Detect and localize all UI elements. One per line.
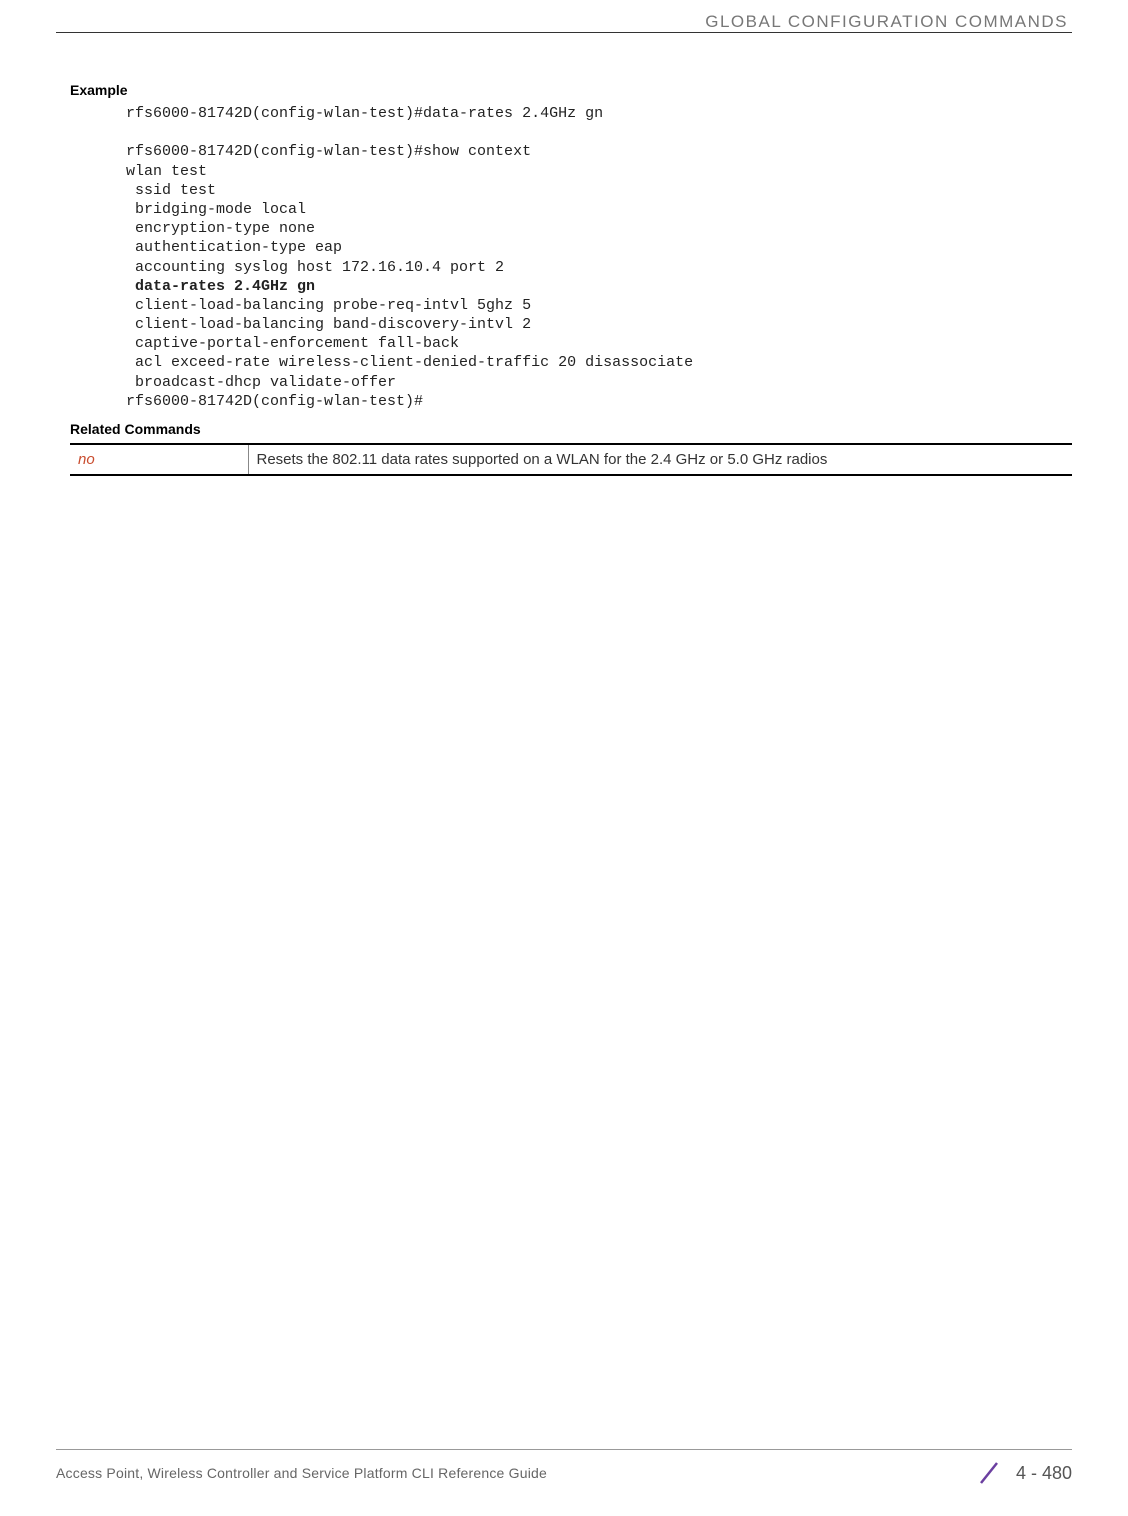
- code-line: bridging-mode local: [126, 201, 306, 218]
- code-line: acl exceed-rate wireless-client-denied-t…: [126, 354, 693, 371]
- main-content: Example rfs6000-81742D(config-wlan-test)…: [70, 82, 1072, 476]
- footer-guide-title: Access Point, Wireless Controller and Se…: [56, 1465, 547, 1481]
- code-example-block: rfs6000-81742D(config-wlan-test)# data-ra…: [126, 104, 1072, 411]
- code-line: rfs6000-81742D(config-wlan-test)#: [126, 393, 423, 410]
- related-commands-heading: Related Commands: [70, 421, 1072, 437]
- footer-content: Access Point, Wireless Controller and Se…: [56, 1460, 1072, 1486]
- slash-divider-icon: [976, 1460, 1002, 1486]
- code-line: rfs6000-81742D(config-wlan-test)#data-ra…: [126, 105, 603, 122]
- code-line: captive-portal-enforcement fall-back: [126, 335, 459, 352]
- page-header-title: GLOBAL CONFIGURATION COMMANDS: [705, 12, 1068, 32]
- table-row: no Resets the 802.11 data rates supporte…: [70, 444, 1072, 475]
- code-line: client-load-balancing band-discovery-int…: [126, 316, 531, 333]
- code-line: wlan test: [126, 163, 207, 180]
- page-footer: Access Point, Wireless Controller and Se…: [56, 1449, 1072, 1486]
- code-line: ssid test: [126, 182, 216, 199]
- example-heading: Example: [70, 82, 1072, 98]
- command-name-cell: no: [70, 444, 248, 475]
- code-line: authentication-type eap: [126, 239, 342, 256]
- footer-divider: [56, 1449, 1072, 1450]
- code-line-highlighted: data-rates 2.4GHz gn: [126, 278, 315, 295]
- code-line: client-load-balancing probe-req-intvl 5g…: [126, 297, 531, 314]
- page-number: 4 - 480: [1016, 1463, 1072, 1484]
- header-divider: [56, 32, 1072, 33]
- code-line: encryption-type none: [126, 220, 315, 237]
- command-desc-cell: Resets the 802.11 data rates supported o…: [248, 444, 1072, 475]
- related-commands-table: no Resets the 802.11 data rates supporte…: [70, 443, 1072, 476]
- footer-right-group: 4 - 480: [976, 1460, 1072, 1486]
- code-line: accounting syslog host 172.16.10.4 port …: [126, 259, 504, 276]
- related-commands-section: Related Commands no Resets the 802.11 da…: [70, 421, 1072, 476]
- code-line: rfs6000-81742D(config-wlan-test)#show co…: [126, 143, 531, 160]
- code-line: broadcast-dhcp validate-offer: [126, 374, 396, 391]
